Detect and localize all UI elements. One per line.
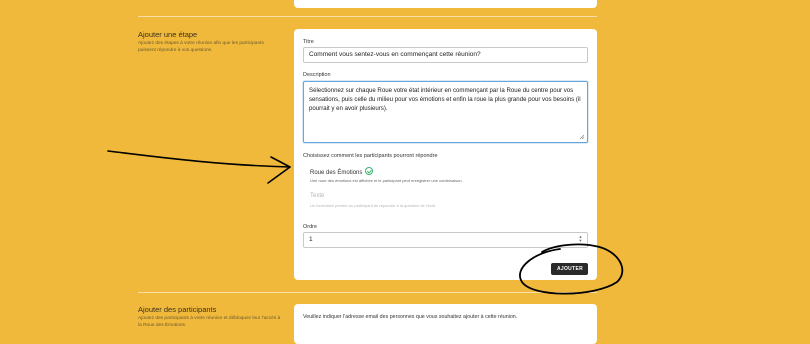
participants-hint: Veuillez indiquer l'adresse email des pe… xyxy=(303,314,518,320)
check-circle-icon xyxy=(365,167,374,175)
answer-option-emotion-wheel[interactable]: Roue des Émotions Une roue des émotions … xyxy=(303,163,588,187)
order-label: Ordre xyxy=(303,224,318,230)
participants-section-description: Ajoutez des participants à votre réunion… xyxy=(138,316,281,328)
previous-card xyxy=(294,0,597,8)
option-title: Texte xyxy=(310,193,325,199)
participants-section-title: Ajouter des participants xyxy=(138,305,217,314)
option-title: Roue des Émotions xyxy=(310,170,363,176)
description-textarea-value: Sélectionnez sur chaque Roue votre état … xyxy=(309,87,581,112)
section-divider xyxy=(138,16,597,17)
step-form-card: Titre Comment vous sentez-vous en commen… xyxy=(294,29,597,280)
step-section-title: Ajouter une étape xyxy=(138,30,198,39)
description-label: Description xyxy=(303,72,331,78)
section-divider xyxy=(138,292,597,293)
order-input-value: 1 xyxy=(309,236,313,243)
order-input[interactable]: 1 ▲ ▼ xyxy=(303,232,588,248)
option-description: Un formulaire permet au participant de r… xyxy=(310,203,437,208)
description-textarea[interactable]: Sélectionnez sur chaque Roue votre état … xyxy=(303,81,588,143)
number-stepper-icon[interactable]: ▲ ▼ xyxy=(578,235,583,243)
step-section-description: Ajoutez des étapes à votre réunion afin … xyxy=(138,41,264,53)
participants-card: Veuillez indiquer l'adresse email des pe… xyxy=(294,304,597,344)
answer-type-label: Choisissez comment les participants pour… xyxy=(303,153,438,159)
answer-option-text[interactable]: Texte Un formulaire permet au participan… xyxy=(303,189,588,213)
hand-drawn-arrow xyxy=(107,150,291,168)
hand-drawn-arrowhead xyxy=(267,156,291,184)
title-input-value: Comment vous sentez-vous en commençant c… xyxy=(309,51,481,58)
add-step-button[interactable]: AJOUTER xyxy=(551,263,588,275)
title-input[interactable]: Comment vous sentez-vous en commençant c… xyxy=(303,47,588,63)
option-description: Une roue des émotions est affichée et le… xyxy=(310,178,463,183)
title-label: Titre xyxy=(303,39,314,45)
resize-grip-icon[interactable] xyxy=(579,134,585,140)
